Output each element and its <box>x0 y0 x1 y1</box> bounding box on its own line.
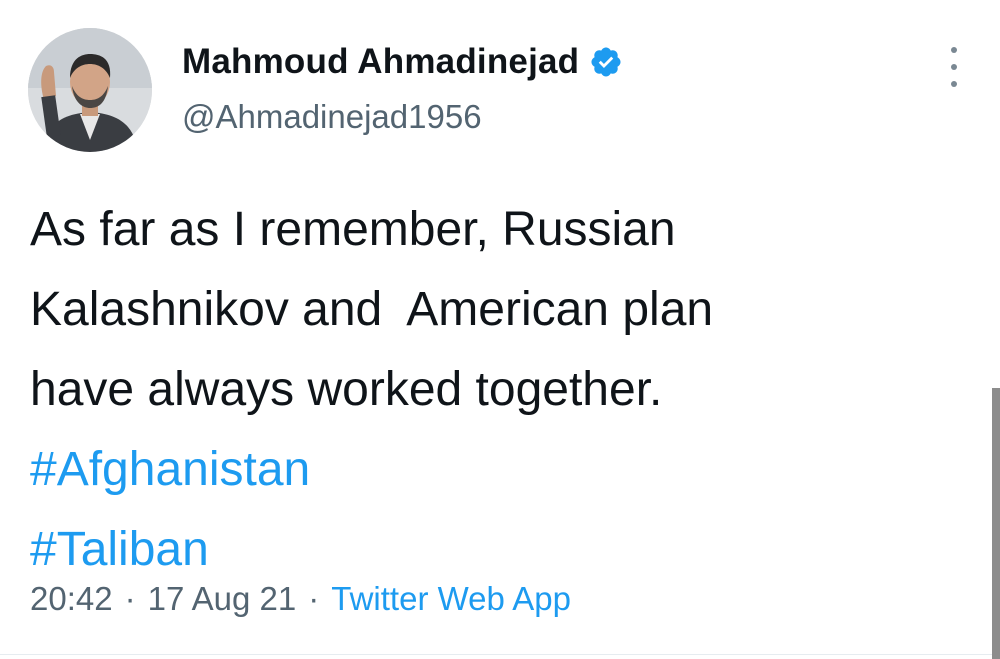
tweet-text: As far as I remember, Russian Kalashniko… <box>30 190 980 590</box>
tweet-metadata: 20:42 · 17 Aug 21 · Twitter Web App <box>30 580 571 618</box>
tweet-text-line: As far as I remember, Russian <box>30 203 676 256</box>
more-dot <box>951 64 957 70</box>
more-dot <box>951 47 957 53</box>
user-handle[interactable]: @Ahmadinejad1956 <box>182 98 482 136</box>
user-name-row: Mahmoud Ahmadinejad <box>182 40 623 84</box>
avatar[interactable] <box>28 28 152 152</box>
divider <box>0 654 1000 655</box>
tweet-time[interactable]: 20:42 <box>30 580 113 618</box>
hashtag-link[interactable]: #Taliban <box>30 510 980 590</box>
separator: · <box>124 580 136 617</box>
avatar-photo <box>28 28 152 152</box>
display-name[interactable]: Mahmoud Ahmadinejad <box>182 42 579 82</box>
tweet-card: Mahmoud Ahmadinejad @Ahmadinejad1956 As … <box>0 0 1000 659</box>
verified-badge-icon <box>589 45 623 79</box>
tweet-text-line: Kalashnikov and American plan <box>30 283 714 336</box>
separator: · <box>308 580 320 617</box>
tweet-source-link[interactable]: Twitter Web App <box>331 580 571 618</box>
more-options-icon[interactable] <box>944 47 964 87</box>
hashtag-link[interactable]: #Afghanistan <box>30 430 980 510</box>
tweet-text-line: have always worked together. <box>30 363 663 416</box>
scrollbar[interactable] <box>992 388 1000 659</box>
more-dot <box>951 81 957 87</box>
tweet-date[interactable]: 17 Aug 21 <box>148 580 297 618</box>
